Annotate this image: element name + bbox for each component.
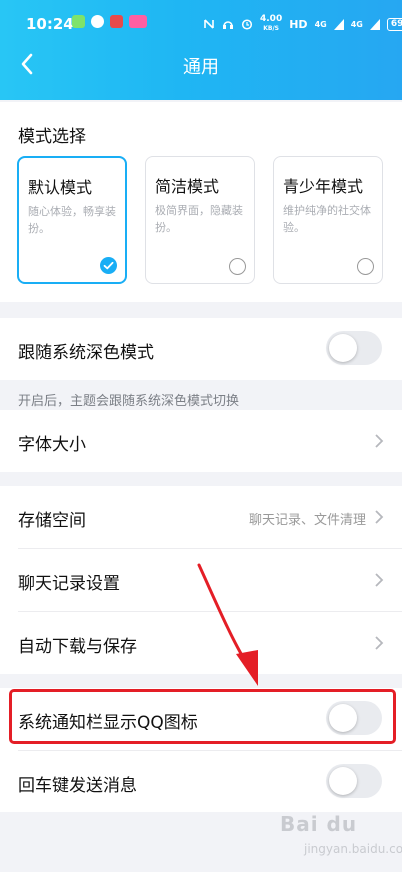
storage-hint: 聊天记录、文件清理 [248,513,366,528]
chat-history-label: 聊天记录设置 [18,574,120,594]
mode-desc: 维护纯净的社交体验。 [283,204,371,234]
dark-mode-row: 跟随系统深色模式 [0,318,402,380]
mode-desc: 极简界面，隐藏装扮。 [155,204,243,234]
chevron-right-icon [375,434,384,448]
headphone-icon [223,21,233,29]
mode-card-default[interactable]: 默认模式 随心体验，畅享装扮。 [17,156,127,284]
font-size-label: 字体大小 [18,435,86,455]
enter-send-row: 回车键发送消息 [0,751,402,813]
check-icon [100,257,117,274]
status-bar: 10:24 4.00 KB/S HD 4G 4G 69 [0,0,402,40]
storage-label: 存储空间 [18,511,86,531]
auto-download-label: 自动下载与保存 [18,637,137,657]
auto-download-row[interactable]: 自动下载与保存 [0,612,402,674]
net-speed: 4.00 KB/S [260,14,283,33]
storage-row[interactable]: 存储空间 聊天记录、文件清理 [0,486,402,548]
mode-section-title: 模式选择 [18,127,86,147]
dark-mode-section: 跟随系统深色模式 [0,318,402,380]
status-indicators: 4.00 KB/S HD 4G 4G 69 [203,15,402,33]
enter-send-label: 回车键发送消息 [18,776,137,796]
enter-send-toggle[interactable] [326,764,382,798]
toggle-knob [329,334,357,362]
mode-card-teen[interactable]: 青少年模式 维护纯净的社交体验。 [273,156,383,284]
toggle-knob [329,767,357,795]
alarm-icon [241,19,253,30]
dark-mode-note: 开启后，主题会跟随系统深色模式切换 [18,394,240,409]
chat-history-row[interactable]: 聊天记录设置 [0,549,402,611]
mode-section: 模式选择 默认模式 随心体验，畅享装扮。 简洁模式 极简界面，隐藏装扮。 青少年… [0,102,402,302]
app-notification-icon [72,15,85,28]
watermark-brand: Bai du [280,812,358,836]
radio-icon [229,258,246,275]
font-size-section: 字体大小 [0,410,402,472]
radio-icon [357,258,374,275]
mode-desc: 随心体验，畅享装扮。 [28,205,116,235]
mode-name: 默认模式 [28,178,93,197]
chevron-right-icon [375,510,384,524]
watermark-sub: jingyan.baidu.com [304,842,402,856]
signal-1: 4G [314,19,327,29]
chevron-right-icon [375,573,384,587]
annotation-highlight-box [9,689,396,744]
signal-bars-icon [369,18,380,30]
mode-name: 简洁模式 [155,177,220,196]
app-notification-icon [91,15,104,28]
mode-name: 青少年模式 [283,177,364,196]
signal-2: 4G [350,19,363,29]
mode-card-simple[interactable]: 简洁模式 极简界面，隐藏装扮。 [145,156,255,284]
status-app-icons [72,15,147,28]
nfc-icon [204,19,214,29]
signal-bars-icon [333,18,344,30]
storage-section: 存储空间 聊天记录、文件清理 聊天记录设置 自动下载与保存 [0,486,402,674]
dark-mode-toggle[interactable] [326,331,382,365]
hd-label: HD [289,17,308,31]
status-time: 10:24 [26,15,74,33]
page-title: 通用 [183,57,219,78]
app-notification-icon [129,15,147,28]
dark-mode-label: 跟随系统深色模式 [18,343,154,363]
chevron-right-icon [375,636,384,650]
font-size-row[interactable]: 字体大小 [0,410,402,472]
app-notification-icon [110,15,123,28]
app-header: 10:24 4.00 KB/S HD 4G 4G 69 通用 [0,0,402,100]
battery-level: 69 [386,17,402,31]
